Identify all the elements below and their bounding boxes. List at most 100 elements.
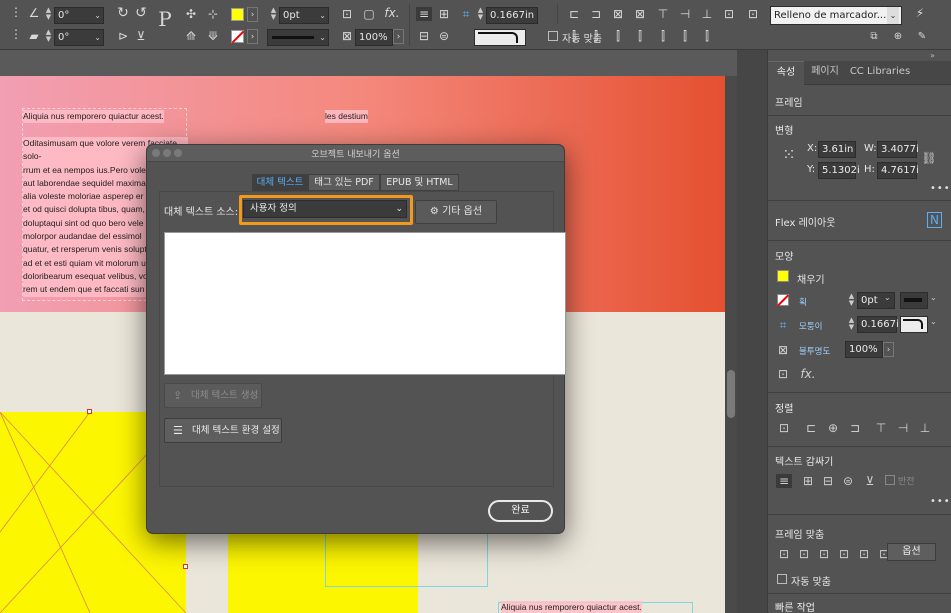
shear-angle-field[interactable]: 0° ⌄ (54, 29, 104, 46)
align-top-icon[interactable]: ⊤ (873, 421, 889, 435)
corner-size-field[interactable]: 0.1667i (857, 316, 899, 333)
x-field[interactable]: 3.61in (818, 141, 856, 158)
selection-handle[interactable] (183, 564, 188, 569)
stroke-menu-chevron-icon[interactable]: › (247, 29, 258, 44)
corner-stepper[interactable]: ▲ ▼ (847, 317, 856, 332)
corner-size-field[interactable]: 0.1667in (486, 7, 538, 24)
paragraph-p-icon[interactable]: P (154, 9, 176, 29)
opacity-field[interactable]: 100% (845, 341, 883, 358)
fill-swatch[interactable] (777, 270, 789, 282)
stroke-swatch[interactable] (776, 294, 790, 307)
flip-vertical-icon[interactable]: ⊻ (133, 29, 149, 43)
distribute-right-icon[interactable]: ⫿ (610, 29, 626, 43)
height-field[interactable]: 4.7617i (877, 162, 919, 179)
align-left-edges-icon[interactable]: ⊏ (566, 7, 582, 21)
distribute-top-icon[interactable]: ⫿ (632, 29, 648, 43)
flip-horizontal-icon[interactable]: ⊳ (115, 29, 131, 43)
alt-text-textarea[interactable] (164, 232, 566, 375)
fit-frame-icon[interactable]: ⊡ (796, 547, 812, 561)
lightning-icon[interactable]: ⚡ (912, 6, 928, 20)
tab-pages[interactable]: 페이지 (804, 61, 846, 85)
distribute-center-icon[interactable]: ⫿ (588, 29, 604, 43)
distribute-icon[interactable]: ⊠ (632, 7, 648, 21)
clear-overrides-icon[interactable]: ⧉ (866, 30, 882, 44)
align-v-centers-icon[interactable]: ⊣ (677, 7, 693, 21)
reference-point-icon[interactable]: ⁙ (778, 147, 800, 163)
select-prev-icon[interactable]: ⟰ (183, 29, 199, 43)
frame-effects-icon[interactable]: ⊡ (775, 367, 791, 381)
rotate-ccw-icon[interactable]: ↺ (133, 6, 149, 20)
stroke-type-dropdown[interactable] (900, 292, 928, 309)
corner-size-stepper[interactable]: ▲ ▼ (476, 7, 485, 22)
align-bottom-icon[interactable]: ⊥ (917, 421, 933, 435)
page-text-center[interactable]: les destium (325, 110, 368, 124)
effects-fx-icon[interactable]: fx. (382, 6, 402, 20)
drop-shadow-icon[interactable]: ▢ (361, 7, 377, 21)
scrollbar-thumb[interactable] (727, 370, 735, 418)
object-style-dropdown[interactable]: Relleno de marcador... ⌄ (770, 6, 902, 25)
fill-proportional-icon[interactable]: ⊡ (836, 547, 852, 561)
flex-layout-toggle-icon[interactable]: N (927, 212, 942, 228)
rotate-cw-icon[interactable]: ↻ (115, 6, 131, 20)
generate-alt-text-button[interactable]: ⇪ 대체 텍스트 생성 (164, 383, 262, 408)
stroke-weight-field[interactable]: 0pt ⌄ (279, 7, 329, 24)
text-wrap-bbox-icon[interactable]: ⊞ (436, 7, 452, 21)
align-h-centers-icon[interactable]: ⊐ (588, 7, 604, 21)
constrain-proportions-icon[interactable]: ⛓ (921, 151, 937, 165)
corner-shape-dropdown[interactable] (900, 316, 928, 333)
text-wrap-shape-icon[interactable]: ⊟ (416, 29, 432, 43)
tab-properties[interactable]: 속성 (768, 61, 804, 85)
distribute-v-icon[interactable]: ⊡ (721, 7, 737, 21)
align-bottom-edges-icon[interactable]: ⊥ (699, 7, 715, 21)
y-field[interactable]: 5.1302i (818, 162, 860, 179)
dialog-titlebar[interactable]: 오브젝트 내보내기 옵션 (147, 145, 564, 162)
more-options-icon[interactable]: ••• (930, 183, 951, 194)
corner-options-icon[interactable]: ⌗ (775, 318, 791, 332)
wrap-next-column-icon[interactable]: ⊻ (862, 474, 878, 488)
distribute-middle-icon[interactable]: ⫿ (655, 29, 671, 43)
stroke-type-dropdown[interactable]: ⌄ (267, 29, 329, 46)
stroke-weight-stepper[interactable]: ▲ ▼ (269, 7, 278, 22)
rotation-angle-field[interactable]: 0° ⌄ (54, 7, 104, 24)
fill-swatch[interactable] (231, 8, 244, 21)
distribute-left-icon[interactable]: ⫿ (566, 29, 582, 43)
frame-crop-icon[interactable]: ⊡ (339, 7, 355, 21)
align-middle-icon[interactable]: ⊣ (895, 421, 911, 435)
wrap-bbox-icon[interactable]: ⊞ (800, 474, 816, 488)
align-top-edges-icon[interactable]: ⊤ (655, 7, 671, 21)
other-options-button[interactable]: ⚙ 기타 옵션 (415, 200, 497, 224)
done-button[interactable]: 완료 (488, 500, 553, 522)
distribute-bottom-icon[interactable]: ⫿ (677, 29, 693, 43)
wrap-shape-icon[interactable]: ⊟ (820, 474, 836, 488)
align-to-icon[interactable]: ⊡ (776, 421, 792, 435)
tab-epub-html[interactable]: EPUB 및 HTML (380, 174, 459, 191)
alt-text-preferences-button[interactable]: ☰ 대체 텍스트 환경 설정 (164, 418, 282, 443)
select-content-icon[interactable]: ⊹ (205, 7, 221, 21)
style-options-icon[interactable]: ⊕ (890, 30, 906, 44)
wrap-none-icon[interactable]: ≡ (776, 474, 792, 488)
fitting-options-button[interactable]: 옵션 (887, 543, 936, 561)
stroke-swatch-none[interactable] (231, 30, 245, 44)
alt-text-source-dropdown[interactable]: 사용자 정의 ⌄ (243, 200, 407, 218)
stroke-stepper[interactable]: ▲ ▼ (847, 293, 856, 308)
selection-handle[interactable] (87, 409, 92, 414)
edit-pencil-icon[interactable]: ✎ (914, 30, 930, 44)
tab-tagged-pdf[interactable]: 태그 있는 PDF (308, 174, 380, 191)
auto-fit-checkbox[interactable] (548, 31, 558, 41)
width-field[interactable]: 3.4077i (877, 141, 919, 158)
opacity-menu-chevron-icon[interactable]: › (393, 29, 404, 44)
center-content-icon[interactable]: ⊡ (856, 547, 872, 561)
fit-content-icon[interactable]: ⊡ (776, 547, 792, 561)
invert-checkbox[interactable] (885, 475, 895, 485)
select-next-icon[interactable]: ⟱ (205, 29, 221, 43)
shear-stepper[interactable]: ▲ ▼ (44, 29, 53, 44)
page-text-bottom[interactable]: Aliquia nus remporero quiactur acest. (501, 601, 642, 613)
angle-stepper[interactable]: ▲ ▼ (44, 7, 53, 22)
align-center-icon[interactable]: ⊕ (825, 421, 841, 435)
wrap-jump-icon[interactable]: ⊜ (840, 474, 856, 488)
align-right-icon[interactable]: ⊐ (847, 421, 863, 435)
quick-apply-icon[interactable]: ⊡ (745, 7, 761, 21)
text-wrap-none-icon[interactable]: ≡ (416, 7, 432, 21)
opacity-menu-chevron-icon[interactable]: › (883, 342, 894, 357)
collapse-panel-icon[interactable]: » (930, 51, 935, 60)
